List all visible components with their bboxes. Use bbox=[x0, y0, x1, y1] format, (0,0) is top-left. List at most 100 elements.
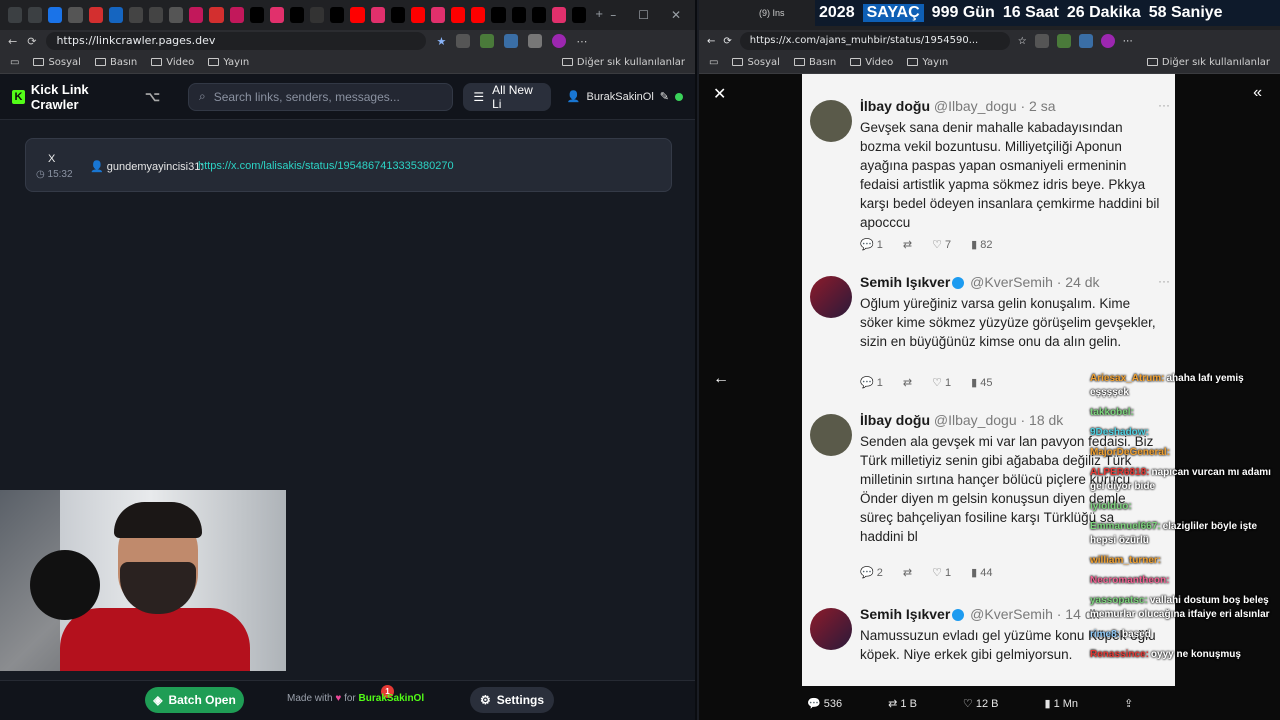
tab-youtube[interactable] bbox=[350, 7, 365, 23]
chat-username: Renassince: bbox=[1090, 649, 1149, 660]
url-field[interactable]: https://linkcrawler.pages.dev bbox=[46, 32, 427, 50]
back-icon[interactable]: ← bbox=[707, 36, 715, 47]
author-handle: @KverSemih · 24 dk bbox=[970, 274, 1100, 290]
minimize-icon[interactable]: – bbox=[610, 8, 616, 22]
back-icon[interactable]: ← bbox=[8, 35, 17, 48]
share-icon[interactable]: ⇪ bbox=[1124, 697, 1133, 710]
tab-x[interactable] bbox=[249, 7, 264, 23]
like-total: 12 B bbox=[975, 697, 999, 710]
menu-icon[interactable]: ⋯ bbox=[1123, 36, 1133, 47]
bookmark-folder[interactable]: Basın bbox=[793, 57, 837, 68]
bookmarks-icon[interactable]: ▭ bbox=[709, 57, 718, 68]
tab-x[interactable] bbox=[491, 7, 506, 23]
chat-message: Necromantheon: bbox=[1090, 574, 1276, 588]
chat-username: william_turner: bbox=[1090, 555, 1162, 566]
tab-instagram[interactable] bbox=[370, 7, 385, 23]
extension-icon[interactable] bbox=[504, 34, 519, 48]
tab-x[interactable] bbox=[289, 7, 305, 23]
gear-icon: ⚙ bbox=[479, 693, 491, 707]
bookmark-folder[interactable]: Yayın bbox=[907, 57, 948, 68]
tab[interactable] bbox=[169, 7, 184, 23]
tab[interactable] bbox=[68, 7, 83, 23]
tab-x[interactable] bbox=[330, 7, 345, 23]
tab-instagram[interactable] bbox=[551, 7, 566, 23]
new-tab-icon[interactable]: + bbox=[592, 7, 606, 23]
github-icon[interactable]: ⌥ bbox=[145, 89, 160, 105]
filter-select[interactable]: ☰ All New Li bbox=[463, 82, 551, 111]
bookmark-folder[interactable]: Basın bbox=[94, 57, 137, 68]
edit-icon[interactable]: ✎ bbox=[660, 90, 669, 103]
tab[interactable] bbox=[88, 7, 103, 23]
favorite-star-icon[interactable]: ★ bbox=[436, 35, 446, 48]
settings-button[interactable]: ⚙ Settings bbox=[470, 687, 554, 713]
link-url[interactable]: https://x.com/lalisakis/status/195486741… bbox=[198, 160, 454, 172]
tab-x[interactable] bbox=[531, 7, 546, 23]
repost-button[interactable]: ⇄ 1 B bbox=[888, 697, 917, 710]
screen: + – ☐ ✕ ← ⟳ https://linkcrawler.pages.de… bbox=[0, 0, 1280, 720]
batch-open-button[interactable]: ◈ Batch Open 1 bbox=[145, 685, 394, 713]
user-icon: 👤 bbox=[566, 91, 581, 103]
tab[interactable] bbox=[148, 7, 164, 23]
favorite-star-icon[interactable]: ☆ bbox=[1018, 36, 1027, 47]
refresh-icon[interactable]: ⟳ bbox=[723, 36, 731, 47]
verified-badge-icon bbox=[952, 277, 965, 290]
tab[interactable] bbox=[128, 7, 143, 23]
tab-title[interactable]: (9) Ins bbox=[759, 8, 785, 18]
bookmark-folder[interactable]: Video bbox=[151, 57, 194, 68]
extension-icon[interactable] bbox=[480, 34, 495, 48]
tab[interactable] bbox=[229, 7, 244, 23]
extension-icon[interactable] bbox=[1078, 34, 1093, 48]
tab-actions-icon[interactable] bbox=[28, 7, 43, 23]
search-box[interactable]: ⌕ Search links, senders, messages... bbox=[187, 82, 454, 111]
repost-icon: ⇄ bbox=[902, 377, 913, 389]
bookmark-folder[interactable]: Video bbox=[850, 57, 893, 68]
profile-avatar[interactable] bbox=[1100, 34, 1115, 48]
bookmark-folder[interactable]: Sosyal bbox=[33, 57, 81, 68]
menu-icon[interactable]: ⋯ bbox=[576, 35, 587, 48]
maximize-icon[interactable]: ☐ bbox=[638, 8, 649, 22]
tab[interactable] bbox=[209, 7, 224, 23]
views-button[interactable]: ▮ 1 Mn bbox=[1044, 697, 1078, 710]
tab[interactable] bbox=[310, 7, 325, 23]
tab-x[interactable] bbox=[571, 7, 587, 23]
extension-icon[interactable] bbox=[528, 34, 543, 48]
tab[interactable] bbox=[108, 7, 123, 23]
link-card[interactable]: X ◷ 15:32 👤 gundemyayincisi31: https://x… bbox=[25, 138, 672, 192]
extension-icon[interactable] bbox=[1056, 34, 1071, 48]
search-input[interactable]: Search links, senders, messages... bbox=[214, 90, 400, 104]
collapse-panel-icon[interactable]: « bbox=[1253, 84, 1262, 102]
refresh-icon[interactable]: ⟳ bbox=[27, 35, 36, 48]
avatar bbox=[810, 100, 852, 142]
chat-message: takkobel: bbox=[1090, 406, 1276, 420]
bookmarks-icon[interactable]: ▭ bbox=[10, 57, 19, 68]
app-logo[interactable]: K Kick Link Crawler ⌥ bbox=[12, 82, 160, 112]
extension-icon[interactable] bbox=[1034, 34, 1049, 48]
extension-icon[interactable] bbox=[456, 34, 471, 48]
bookmark-label: Basın bbox=[808, 57, 837, 68]
bookmark-folder[interactable]: Yayın bbox=[208, 57, 249, 68]
tab[interactable] bbox=[189, 7, 204, 23]
views-icon: ▮ 45 bbox=[971, 377, 993, 389]
author-link[interactable]: BurakSakinOl bbox=[359, 693, 425, 704]
made-for-text: for bbox=[344, 693, 356, 704]
bookmark-folder[interactable]: Sosyal bbox=[732, 57, 780, 68]
tab-active[interactable] bbox=[48, 7, 63, 23]
close-viewer-icon[interactable]: ✕ bbox=[713, 84, 726, 104]
tab-youtube[interactable] bbox=[471, 7, 486, 23]
reply-button[interactable]: 💬 536 bbox=[807, 697, 842, 710]
like-button[interactable]: ♡ 12 B bbox=[963, 697, 999, 710]
url-field[interactable]: https://x.com/ajans_muhbir/status/195459… bbox=[739, 32, 1010, 50]
tab-youtube[interactable] bbox=[410, 7, 425, 23]
tab-x[interactable] bbox=[390, 7, 405, 23]
other-bookmarks[interactable]: Diğer sık kullanılanlar bbox=[561, 57, 685, 68]
close-window-icon[interactable]: ✕ bbox=[671, 8, 681, 22]
other-bookmarks[interactable]: Diğer sık kullanılanlar bbox=[1146, 57, 1270, 68]
previous-arrow-icon[interactable]: ← bbox=[713, 370, 729, 388]
profile-avatar[interactable] bbox=[552, 34, 567, 48]
workspaces-icon[interactable] bbox=[8, 7, 23, 23]
tab-x[interactable] bbox=[511, 7, 526, 23]
repost-icon: ⇄ bbox=[902, 567, 913, 579]
tab-youtube[interactable] bbox=[451, 7, 466, 23]
tab-instagram[interactable] bbox=[269, 7, 284, 23]
tab-instagram[interactable] bbox=[430, 7, 446, 23]
